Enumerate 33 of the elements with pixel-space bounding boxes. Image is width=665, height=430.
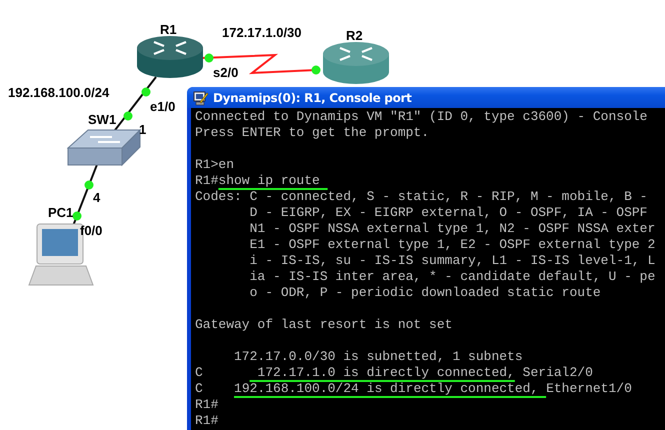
switch-icon[interactable] [66, 128, 142, 166]
port-label: e1/0 [150, 99, 176, 114]
console-line: Connected to Dynamips VM "R1" (ID 0, type c3600) - Console [195, 109, 648, 124]
device-label: R1 [160, 22, 177, 37]
device-label: PC1 [48, 205, 74, 220]
console-line: R1# [195, 397, 218, 412]
console-icon [193, 90, 209, 106]
port-label: 1 [139, 122, 146, 137]
network-label: 192.168.100.0/24 [8, 85, 110, 100]
network-label: 172.17.1.0/30 [222, 25, 302, 40]
console-line: E1 - OSPF external type 1, E2 - OSPF external type 2 [248, 237, 656, 252]
port-label: 4 [93, 190, 100, 205]
console-line: o - ODR, P - periodic downloaded static route [248, 285, 601, 300]
console-line: i - IS-IS, su - IS-IS summary, L1 - IS-IS level-1, L [248, 253, 656, 268]
console-line: Codes: C - connected, S - static, R - RIP, M - mobile, B - [195, 189, 648, 204]
console-line: Gateway of last resort is not set [195, 317, 452, 332]
window-title: Dynamips(0): R1, Console port [213, 90, 412, 104]
console-line: R1#show ip route [195, 173, 321, 188]
console-line: R1# [195, 413, 218, 428]
device-label: SW1 [88, 112, 116, 127]
console-line: 172.17.0.0/30 is subnetted, 1 subnets [233, 349, 523, 364]
console-line: C 172.17.1.0 is directly connected, Serial2/0 [195, 365, 593, 380]
device-label: R2 [346, 28, 363, 43]
console-line: ia - IS-IS inter area, * - candidate default, U - pe [248, 269, 656, 284]
console-line: Press ENTER to get the prompt. [195, 125, 430, 140]
port-label: f0/0 [80, 223, 102, 238]
router-icon[interactable] [323, 42, 389, 84]
port-label: s2/0 [213, 65, 238, 80]
console-line: D - EIGRP, EX - EIGRP external, O - OSPF, IA - OSPF [248, 205, 648, 220]
router-icon[interactable] [137, 36, 203, 78]
console-line: N1 - OSPF NSSA external type 1, N2 - OSPF NSSA exter [248, 221, 656, 236]
console-line: C 192.168.100.0/24 is directly connected, Ethernet1/0 [195, 381, 632, 396]
console-line: R1>en [195, 157, 234, 172]
